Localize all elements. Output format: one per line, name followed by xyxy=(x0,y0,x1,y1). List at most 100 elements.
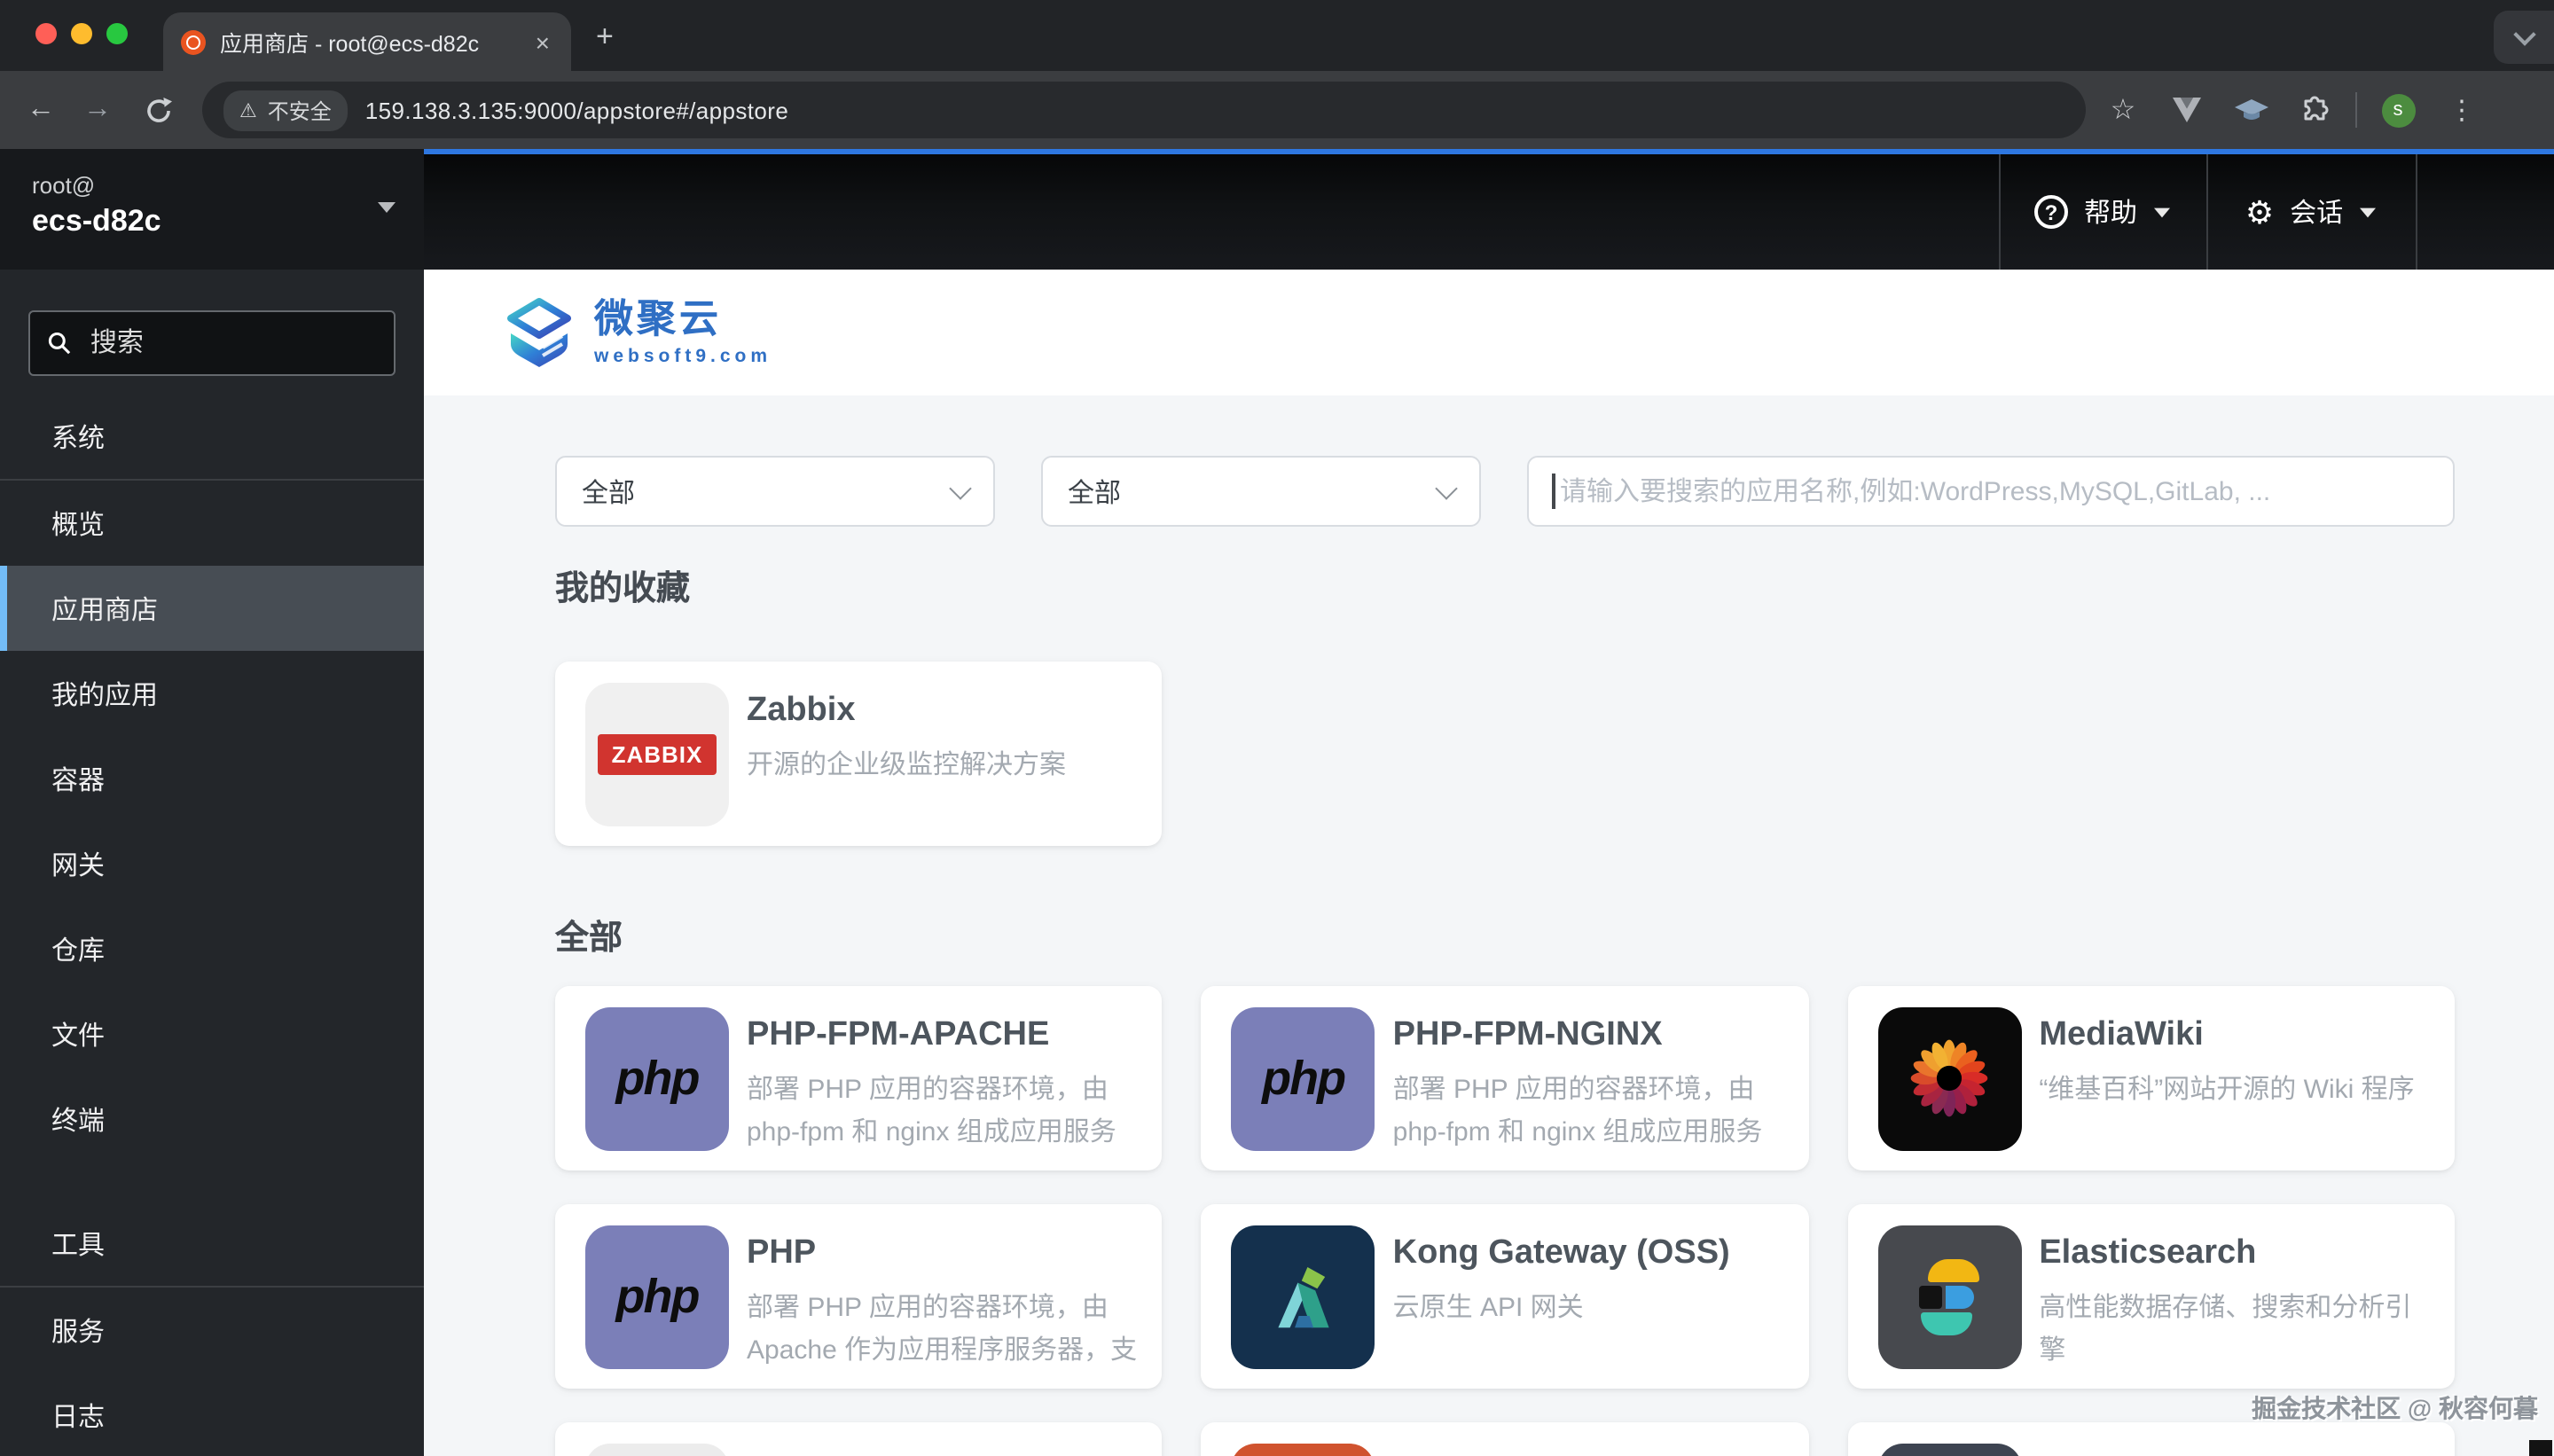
header-divider xyxy=(2416,154,2417,270)
help-menu[interactable]: ? 帮助 xyxy=(1999,154,2206,270)
profile-avatar[interactable]: s xyxy=(2371,83,2425,137)
kong-gorilla-icon xyxy=(1232,1225,1375,1368)
app-search[interactable] xyxy=(1527,456,2455,527)
app-card-partial[interactable] xyxy=(1202,1422,1809,1456)
app-name: Zabbix xyxy=(747,688,1066,734)
app-header: root@ ecs-d82c ? 帮助 ⚙ 会话 xyxy=(0,149,2554,270)
graduation-cap-extension-icon[interactable] xyxy=(2224,83,2277,137)
warning-icon: ⚠ xyxy=(239,98,257,121)
sidebar-item-services[interactable]: 服务 xyxy=(0,1288,424,1373)
app-card-partial[interactable] xyxy=(1847,1422,2455,1456)
sidebar-item-tools[interactable]: 工具 xyxy=(0,1201,424,1286)
sidebar-item-gateway[interactable]: 网关 xyxy=(0,821,424,906)
favorites-section-title: 我的收藏 xyxy=(555,568,2455,614)
hostname: ecs-d82c xyxy=(32,204,392,239)
browser-tab[interactable]: 应用商店 - root@ecs-d82c × xyxy=(163,12,571,71)
mediawiki-flower-icon xyxy=(1877,1006,2021,1150)
session-label: 会话 xyxy=(2290,193,2343,231)
app-card-elasticsearch[interactable]: Elasticsearch 高性能数据存储、搜索和分析引擎 xyxy=(1847,1204,2455,1389)
security-label: 不安全 xyxy=(268,95,332,125)
browser-menu-icon[interactable]: ⋮ xyxy=(2435,83,2488,137)
sidebar-item-files[interactable]: 文件 xyxy=(0,991,424,1076)
app-desc: 开源的企业级监控解决方案 xyxy=(747,745,1066,787)
minimize-window-button[interactable] xyxy=(71,23,92,44)
tab-title: 应用商店 - root@ecs-d82c xyxy=(220,25,518,59)
main-panel: 微聚云 websoft9.com 全部 全部 xyxy=(424,270,2554,1456)
chevron-down-icon xyxy=(2360,207,2376,217)
session-menu[interactable]: ⚙ 会话 xyxy=(2206,154,2416,270)
sidebar-item-logs[interactable]: 日志 xyxy=(0,1373,424,1456)
toolbar-divider xyxy=(2355,92,2357,128)
scrollbar-corner xyxy=(2529,1440,2552,1456)
chevron-down-icon xyxy=(949,476,971,498)
category-select[interactable]: 全部 xyxy=(555,456,995,527)
app-card-php-fpm-nginx[interactable]: php PHP-FPM-NGINX 部署 PHP 应用的容器环境，由 php-f… xyxy=(1202,986,1809,1170)
close-window-button[interactable] xyxy=(35,23,57,44)
app-grid: php PHP-FPM-APACHE 部署 PHP 应用的容器环境，由 php-… xyxy=(555,986,2455,1456)
back-button[interactable]: ← xyxy=(18,94,64,126)
app-logo-icon xyxy=(1232,1443,1375,1456)
browser-window: 应用商店 - root@ecs-d82c × + ← → ⚠ 不安全 159.1… xyxy=(0,0,2554,1456)
close-tab-icon[interactable]: × xyxy=(532,26,553,58)
websoft9-cube-icon xyxy=(502,295,576,370)
browser-toolbar: ← → ⚠ 不安全 159.138.3.135:9000/appstore#/a… xyxy=(0,71,2554,149)
sidebar-item-myapps[interactable]: 我的应用 xyxy=(0,651,424,736)
all-section-title: 全部 xyxy=(555,917,2455,963)
vue-devtools-extension-icon[interactable] xyxy=(2160,83,2213,137)
url-bar[interactable]: ⚠ 不安全 159.138.3.135:9000/appstore#/appst… xyxy=(202,82,2086,138)
app-desc: 云原生 API 网关 xyxy=(1393,1288,1730,1330)
ubuntu-favicon-icon xyxy=(181,29,206,54)
sidebar-item-overview[interactable]: 概览 xyxy=(0,481,424,566)
header-bar: ? 帮助 ⚙ 会话 xyxy=(424,149,2554,270)
chevron-down-icon xyxy=(2512,23,2534,45)
host-switcher[interactable]: root@ ecs-d82c xyxy=(0,149,424,270)
sidebar-item-system[interactable]: 系统 xyxy=(0,394,424,479)
new-tab-button[interactable]: + xyxy=(596,21,614,51)
sidebar-item-terminal[interactable]: 终端 xyxy=(0,1076,424,1162)
app-card-kong-gateway[interactable]: Kong Gateway (OSS) 云原生 API 网关 xyxy=(1202,1204,1809,1389)
search-icon xyxy=(48,330,71,356)
bookmark-star-icon[interactable]: ☆ xyxy=(2096,83,2150,137)
brand-title: 微聚云 xyxy=(594,299,772,341)
text-caret xyxy=(1552,474,1555,509)
sidebar-search[interactable] xyxy=(28,310,396,376)
security-chip[interactable]: ⚠ 不安全 xyxy=(223,90,348,130)
user-prefix: root@ xyxy=(32,172,392,199)
app-card-php-fpm-apache[interactable]: php PHP-FPM-APACHE 部署 PHP 应用的容器环境，由 php-… xyxy=(555,986,1163,1170)
chevron-down-icon xyxy=(378,202,396,213)
brand-subtitle: websoft9.com xyxy=(594,345,772,366)
type-select[interactable]: 全部 xyxy=(1041,456,1481,527)
chevron-down-icon xyxy=(1435,476,1457,498)
reload-button[interactable] xyxy=(131,83,184,137)
app-search-input[interactable] xyxy=(1556,474,2430,508)
app-desc: 部署 PHP 应用的容器环境，由 Apache 作为应用程序服务器，支 xyxy=(747,1288,1138,1373)
app-card-partial[interactable] xyxy=(555,1422,1163,1456)
zabbix-logo-icon: ZABBIX xyxy=(585,682,729,826)
app-card-mediawiki[interactable]: MediaWiki “维基百科”网站开源的 Wiki 程序 xyxy=(1847,986,2455,1170)
sidebar-item-repository[interactable]: 仓库 xyxy=(0,906,424,991)
app-card-zabbix[interactable]: ZABBIX Zabbix 开源的企业级监控解决方案 xyxy=(555,661,1162,846)
sidebar-item-containers[interactable]: 容器 xyxy=(0,736,424,821)
sidebar-item-appstore[interactable]: 应用商店 xyxy=(0,566,424,651)
app-desc: 部署 PHP 应用的容器环境，由 php-fpm 和 nginx 组成应用服务 xyxy=(1393,1069,1784,1155)
app-name: PHP xyxy=(747,1231,1138,1277)
app-desc: “维基百科”网站开源的 Wiki 程序 xyxy=(2039,1069,2414,1112)
app-desc: 高性能数据存储、搜索和分析引擎 xyxy=(2039,1288,2430,1373)
extensions-puzzle-icon[interactable] xyxy=(2288,83,2341,137)
app-name: Elasticsearch xyxy=(2039,1231,2430,1277)
chevron-down-icon xyxy=(2154,207,2170,217)
php-logo-icon: php xyxy=(1232,1006,1375,1150)
php-logo-icon: php xyxy=(585,1225,729,1368)
tab-search-button[interactable] xyxy=(2494,11,2554,64)
url-text[interactable]: 159.138.3.135:9000/appstore#/appstore xyxy=(365,97,788,123)
window-controls[interactable] xyxy=(35,23,128,44)
appstore-content: 全部 全部 我的收藏 ZABBI xyxy=(424,395,2554,1456)
elasticsearch-logo-icon xyxy=(1877,1225,2021,1368)
help-question-icon: ? xyxy=(2034,195,2068,229)
app-card-php[interactable]: php PHP 部署 PHP 应用的容器环境，由 Apache 作为应用程序服务… xyxy=(555,1204,1163,1389)
forward-button[interactable]: → xyxy=(74,94,121,126)
logo-band: 微聚云 websoft9.com xyxy=(424,270,2554,395)
cockpit-app: root@ ecs-d82c ? 帮助 ⚙ 会话 xyxy=(0,149,2554,1456)
zoom-window-button[interactable] xyxy=(106,23,128,44)
sidebar-search-input[interactable] xyxy=(87,326,376,360)
